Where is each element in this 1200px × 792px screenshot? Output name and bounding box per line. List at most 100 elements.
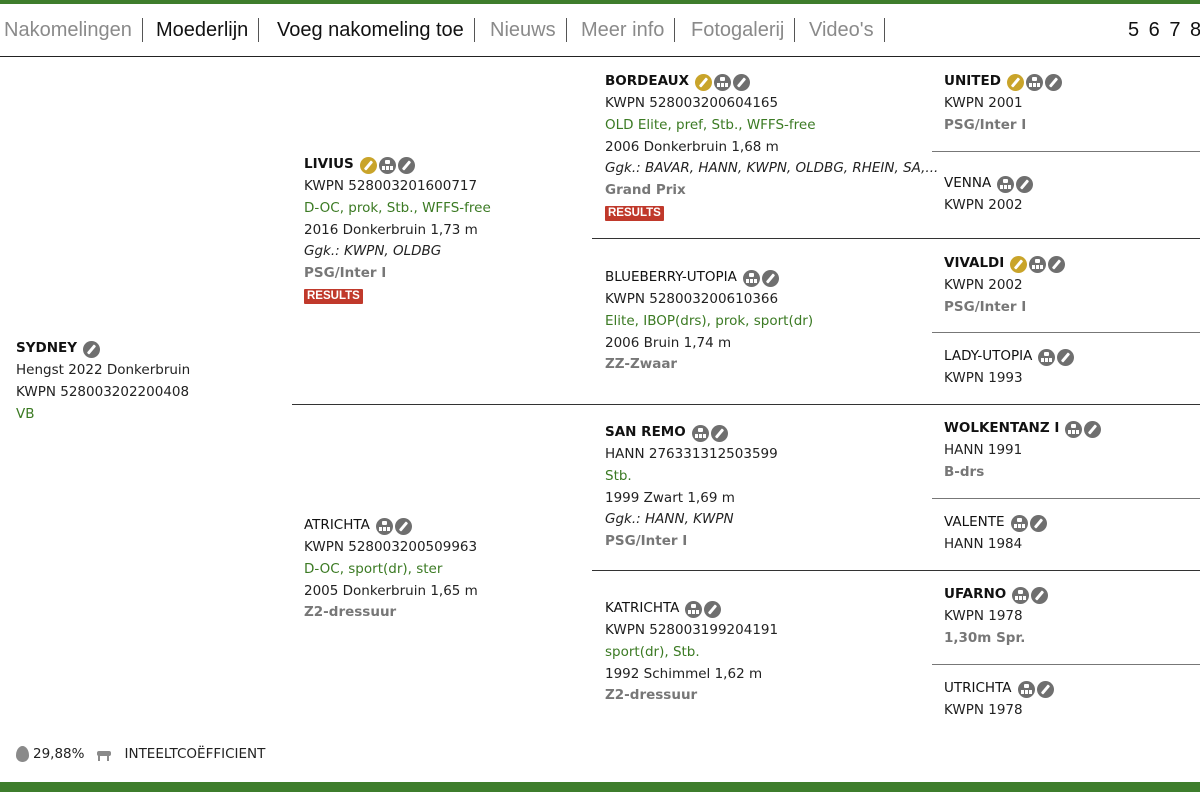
edit-icon[interactable] xyxy=(1084,420,1102,438)
gen3-name[interactable]: UNITED xyxy=(944,71,1001,93)
gen3-level: B-drs xyxy=(944,463,985,480)
dam-name[interactable]: ATRICHTA xyxy=(304,515,370,537)
pedigree-icon[interactable] xyxy=(691,424,709,442)
gen3-reg: KWPN 1978 xyxy=(944,608,1023,624)
pedigree-icon[interactable] xyxy=(1017,680,1035,698)
pedigree-icon[interactable] xyxy=(742,269,760,287)
gen3-horse-wolkentanz: WOLKENTANZ I HANN 1991 B-drs xyxy=(944,418,1102,484)
gen3-name[interactable]: WOLKENTANZ I xyxy=(944,418,1059,440)
gold-pen-icon[interactable] xyxy=(1010,255,1028,273)
gen3-horse-united: UNITED KWPN 2001 PSG/Inter I xyxy=(944,71,1062,137)
sire-predicates: D-OC, prok, Stb., WFFS-free xyxy=(304,199,491,216)
tab-videos[interactable]: Video's xyxy=(799,18,885,42)
drop-icon xyxy=(16,746,29,762)
pedigree-icon[interactable] xyxy=(997,175,1015,193)
tab-moederlijn[interactable]: Moederlijn xyxy=(146,18,260,42)
pedigree-icon[interactable] xyxy=(1038,348,1056,366)
ss-info: 2006 Donkerbruin 1,68 m xyxy=(605,138,779,155)
edit-icon[interactable] xyxy=(1031,586,1049,604)
ds-name[interactable]: SAN REMO xyxy=(605,422,686,444)
gen3-horse-vivaldi: VIVALDI KWPN 2002 PSG/Inter I xyxy=(944,253,1066,319)
edit-icon[interactable] xyxy=(1048,255,1066,273)
edit-icon[interactable] xyxy=(394,517,412,535)
tab-nakomelingen[interactable]: Nakomelingen xyxy=(0,18,143,42)
edit-icon[interactable] xyxy=(1036,680,1054,698)
dd-predicates: sport(dr), Stb. xyxy=(605,643,700,660)
divider-dam-line xyxy=(592,404,1200,405)
dd-name[interactable]: KATRICHTA xyxy=(605,598,679,620)
inbreeding-label[interactable]: INTEELTCOËFFICIENT xyxy=(124,746,265,762)
gen3-level: 1,30m Spr. xyxy=(944,629,1026,646)
gold-pen-icon[interactable] xyxy=(1006,73,1024,91)
dam-horse: ATRICHTA KWPN 528003200509963 D-OC, spor… xyxy=(304,515,478,624)
dd-info: 1992 Schimmel 1,62 m xyxy=(605,665,763,682)
gen3-name[interactable]: VENNA xyxy=(944,173,991,195)
dd-horse: KATRICHTA KWPN 528003199204191 sport(dr)… xyxy=(605,598,778,707)
dam-reg: KWPN 528003200509963 xyxy=(304,539,478,555)
results-button[interactable]: RESULTS xyxy=(304,288,363,304)
gen3-name[interactable]: UTRICHTA xyxy=(944,678,1012,700)
tab-navigation: Nakomelingen Moederlijn Voeg nakomeling … xyxy=(0,4,1200,57)
gen3-name[interactable]: LADY-UTOPIA xyxy=(944,346,1032,368)
gen3-horse-valente: VALENTE HANN 1984 xyxy=(944,512,1047,556)
gen3-reg: KWPN 1993 xyxy=(944,370,1023,386)
edit-icon[interactable] xyxy=(397,156,415,174)
sd-horse: BLUEBERRY-UTOPIA KWPN 528003200610366 El… xyxy=(605,267,813,376)
ss-level: Grand Prix xyxy=(605,182,686,199)
divider-gen3-2 xyxy=(932,238,1200,239)
results-button[interactable]: RESULTS xyxy=(605,205,664,221)
pedigree-icon[interactable] xyxy=(1029,255,1047,273)
edit-icon[interactable] xyxy=(83,340,101,358)
sd-info: 2006 Bruin 1,74 m xyxy=(605,334,732,351)
sire-horse: LIVIUS KWPN 528003201600717 D-OC, prok, … xyxy=(304,154,491,307)
inbreeding-coefficient: 29,88% INTEELTCOËFFICIENT xyxy=(16,746,265,762)
pedigree-icon[interactable] xyxy=(378,156,396,174)
pedigree-icon[interactable] xyxy=(1012,586,1030,604)
edit-icon[interactable] xyxy=(1029,514,1047,532)
pedigree-icon[interactable] xyxy=(1025,73,1043,91)
subject-name[interactable]: SYDNEY xyxy=(16,338,77,360)
edit-icon[interactable] xyxy=(704,600,722,618)
edit-icon[interactable] xyxy=(1044,73,1062,91)
sire-level: PSG/Inter I xyxy=(304,265,387,282)
horse-icon xyxy=(94,747,116,761)
sd-name[interactable]: BLUEBERRY-UTOPIA xyxy=(605,267,737,289)
dd-level: Z2-dressuur xyxy=(605,687,698,704)
subject-line2: KWPN 528003202200408 xyxy=(16,383,190,400)
dam-info: 2005 Donkerbruin 1,65 m xyxy=(304,582,478,599)
sd-predicates: Elite, IBOP(drs), prok, sport(dr) xyxy=(605,312,814,329)
subject-line1: Hengst 2022 Donkerbruin xyxy=(16,362,191,378)
gold-pen-icon[interactable] xyxy=(359,156,377,174)
edit-icon[interactable] xyxy=(710,424,728,442)
divider-gen3-5 xyxy=(932,498,1200,499)
divider-ds-dd xyxy=(592,570,932,571)
gen3-name[interactable]: VIVALDI xyxy=(944,253,1004,275)
gold-pen-icon[interactable] xyxy=(695,73,712,91)
pedigree-icon[interactable] xyxy=(1065,420,1083,438)
pedigree-icon[interactable] xyxy=(375,517,393,535)
sd-reg: KWPN 528003200610366 xyxy=(605,291,779,307)
edit-icon[interactable] xyxy=(1057,348,1075,366)
gen3-horse-ufarno: UFARNO KWPN 1978 1,30m Spr. xyxy=(944,584,1049,650)
edit-icon[interactable] xyxy=(733,73,750,91)
sire-reg: KWPN 528003201600717 xyxy=(304,178,478,194)
pedigree-icon[interactable] xyxy=(714,73,731,91)
ds-info: 1999 Zwart 1,69 m xyxy=(605,489,735,506)
ss-name[interactable]: BORDEAUX xyxy=(605,71,689,93)
pedigree-icon[interactable] xyxy=(685,600,703,618)
tab-nieuws[interactable]: Nieuws xyxy=(480,18,567,42)
gen3-name[interactable]: VALENTE xyxy=(944,512,1005,534)
sire-name[interactable]: LIVIUS xyxy=(304,154,354,176)
ds-ggk: Ggk.: HANN, KWPN xyxy=(605,511,734,528)
tab-fotogalerij[interactable]: Fotogalerij xyxy=(681,18,796,42)
tab-meer-info[interactable]: Meer info xyxy=(571,18,676,42)
edit-icon[interactable] xyxy=(761,269,779,287)
gen3-name[interactable]: UFARNO xyxy=(944,584,1006,606)
pagination-numbers[interactable]: 5 6 7 8 9 xyxy=(1128,18,1200,42)
pedigree-icon[interactable] xyxy=(1010,514,1028,532)
tab-voeg-nakomeling-toe[interactable]: Voeg nakomeling toe xyxy=(267,18,475,42)
gen3-reg: HANN 1991 xyxy=(944,442,1023,458)
edit-icon[interactable] xyxy=(1016,175,1034,193)
gen3-horse-lady-utopia: LADY-UTOPIA KWPN 1993 xyxy=(944,346,1075,390)
gen3-reg: KWPN 1978 xyxy=(944,702,1023,718)
